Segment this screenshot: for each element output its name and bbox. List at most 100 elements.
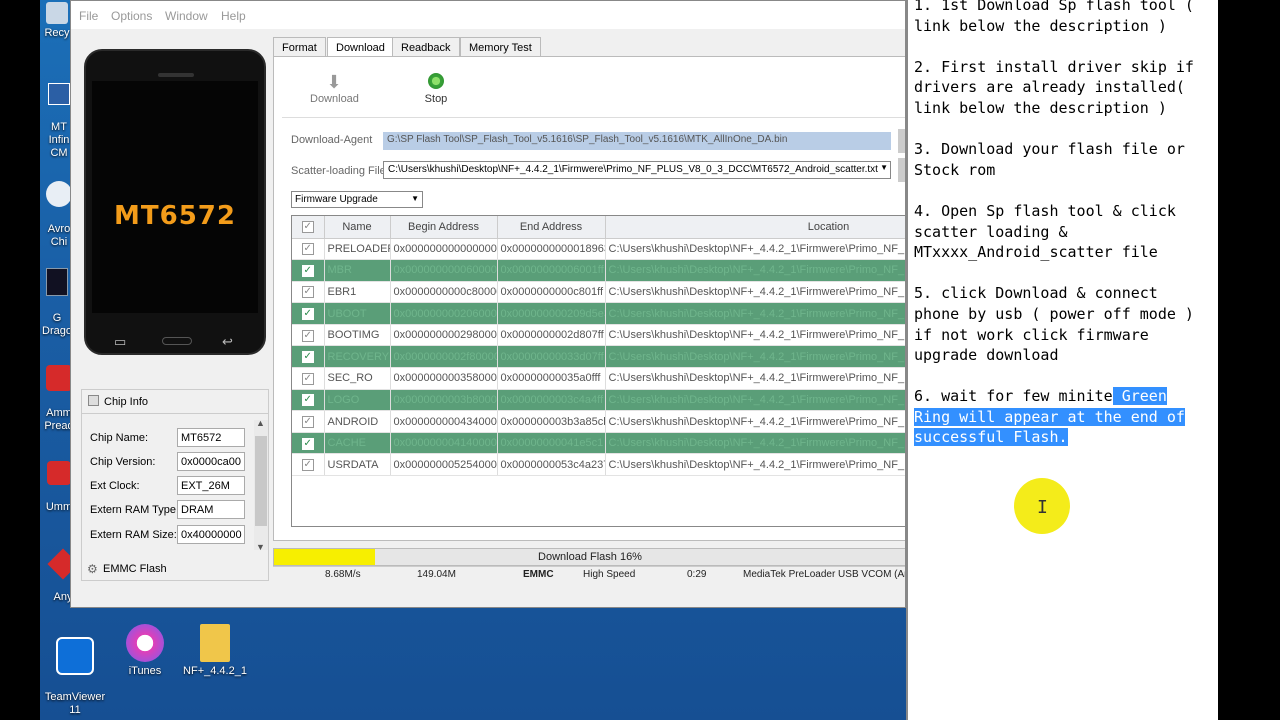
chip-value: EXT_26M <box>177 476 245 495</box>
left-letterbox <box>0 0 40 720</box>
cell-checkbox[interactable]: ✓ <box>292 453 325 477</box>
scatter-file-browse[interactable] <box>898 158 905 182</box>
desktop-icon-itunes[interactable]: iTunes <box>120 624 170 678</box>
menu-file[interactable]: File <box>79 9 98 23</box>
step-6-text: 6. wait for few minite <box>914 387 1113 406</box>
desktop-icon-teamviewer[interactable]: TeamViewer 11 <box>42 624 108 717</box>
checkbox-icon: ✓ <box>301 243 314 256</box>
checkbox-icon: ✓ <box>301 394 314 407</box>
step-2: 2. First install driver skip if drivers … <box>914 57 1194 117</box>
desktop-icon-folder[interactable]: NF+_4.4.2_1 <box>180 624 250 678</box>
chip-row: Chip Name: MT6572 <box>90 428 260 448</box>
chip-info-panel: Chip Info Chip Name: MT6572 Chip Version… <box>81 389 269 581</box>
cell-checkbox[interactable]: ✓ <box>292 259 325 282</box>
tab-format[interactable]: Format <box>273 37 326 57</box>
tab-readback[interactable]: Readback <box>392 37 460 57</box>
checkbox-icon: ✓ <box>301 437 314 450</box>
cell-location: C:\Users\khushi\Desktop\NF+_4.4.2_1\Firm… <box>605 238 905 261</box>
chip-label: Chip Version: <box>90 456 156 468</box>
desktop-icon-drago[interactable]: G Drago <box>40 255 74 338</box>
menu-help[interactable]: Help <box>221 9 246 23</box>
phone-image: MT6572 ▭ ↩ <box>84 49 266 355</box>
progress-bar: Download Flash 16% <box>273 548 905 566</box>
table-row[interactable]: ✓ LOGO 0x0000000003b80000 0x0000000003c4a4f… <box>292 389 905 412</box>
table-row[interactable]: ✓ UBOOT 0x0000000002060000 0x000000000209d5… <box>292 302 905 325</box>
menu-options[interactable]: Options <box>111 9 152 23</box>
table-row[interactable]: ✓ EBR1 0x0000000000c80000 0x0000000000c801f… <box>292 281 905 304</box>
cell-location: C:\Users\khushi\Desktop\NF+_4.4.2_1\Firm… <box>605 367 905 390</box>
chip-row: Extern RAM Size: 0x40000000 <box>90 525 260 545</box>
cell-name: ANDROID <box>324 410 391 433</box>
cell-checkbox[interactable]: ✓ <box>292 389 325 412</box>
chip-info-header: Chip Info <box>82 390 268 414</box>
cell-end: 0x0000000053c4a237 <box>497 453 606 477</box>
desktop-icon-label: TeamViewer 11 <box>44 691 106 716</box>
scatter-file-label: Scatter-loading File <box>291 165 386 177</box>
cell-end: 0x0000000003c4a4ff <box>497 389 606 412</box>
cell-checkbox[interactable]: ✓ <box>292 302 325 325</box>
cell-checkbox[interactable]: ✓ <box>292 345 325 369</box>
cell-location: C:\Users\khushi\Desktop\NF+_4.4.2_1\Firm… <box>605 432 905 455</box>
table-row[interactable]: ✓ CACHE 0x000000004140000 0x00000000041e5c1… <box>292 432 905 455</box>
tab-download[interactable]: Download <box>327 37 394 57</box>
cell-end: 0x0000000002d807ff <box>497 324 606 347</box>
cell-checkbox[interactable]: ✓ <box>292 281 325 304</box>
cell-name: CACHE <box>324 432 391 455</box>
stop-icon <box>428 73 444 89</box>
desktop-icon-recycle[interactable]: Recy <box>42 2 72 40</box>
status-size: 149.04M <box>417 569 456 580</box>
scroll-down-icon[interactable]: ▼ <box>256 542 265 552</box>
desktop-icon-label: Recy <box>44 27 70 39</box>
download-button-label: Download <box>310 93 359 105</box>
instructions-text[interactable]: 1. 1st Download Sp flash tool ( link bel… <box>906 0 1218 720</box>
home-key-icon <box>162 337 192 345</box>
cell-checkbox[interactable]: ✓ <box>292 238 325 261</box>
chip-value: 0x40000000 <box>177 525 245 544</box>
download-button[interactable]: ⬇ Download <box>310 71 359 105</box>
table-row[interactable]: ✓ BOOTIMG 0x0000000002980000 0x0000000002d8… <box>292 324 905 347</box>
menu-window[interactable]: Window <box>165 9 208 23</box>
cell-begin: 0x000000004140000 <box>390 432 498 455</box>
chevron-down-icon: ▼ <box>880 163 888 172</box>
cell-begin: 0x0000000003580000 <box>390 367 498 390</box>
download-agent-browse[interactable] <box>898 129 905 153</box>
scatter-file-field[interactable]: C:\Users\khushi\Desktop\NF+_4.4.2_1\Firm… <box>383 161 891 179</box>
table-row[interactable]: ✓ SEC_RO 0x0000000003580000 0x00000000035a0… <box>292 367 905 390</box>
chip-label: Ext Clock: <box>90 480 140 492</box>
cell-begin: 0x0000000002980000 <box>390 324 498 347</box>
cell-end: 0x0000000000018963 <box>497 238 606 261</box>
cell-checkbox[interactable]: ✓ <box>292 367 325 390</box>
menu-bar: File Options Window Help <box>71 1 905 29</box>
desktop-icon-label: Umm <box>45 501 73 513</box>
download-mode-select[interactable]: Firmware Upgrade ▼ <box>291 191 423 208</box>
flash-tool-window: File Options Window Help MT6572 ▭ ↩ Chip… <box>70 0 906 608</box>
phone-speaker <box>158 73 194 77</box>
text-cursor-icon: I <box>1037 497 1048 518</box>
chip-scrollbar[interactable]: ▲ ▼ <box>254 418 268 552</box>
stop-button[interactable]: Stop <box>416 71 456 105</box>
scroll-up-icon[interactable]: ▲ <box>256 418 265 428</box>
table-row[interactable]: ✓ USRDATA 0x0000000052540000 0x0000000053c4… <box>292 453 905 477</box>
cell-begin: 0x0000000052540000 <box>390 453 498 477</box>
tab-memory-test[interactable]: Memory Test <box>460 37 541 57</box>
table-row[interactable]: ✓ PRELOADER 0x0000000000000000 0x0000000000… <box>292 238 905 261</box>
cell-location: C:\Users\khushi\Desktop\NF+_4.4.2_1\Firm… <box>605 302 905 325</box>
cell-checkbox[interactable]: ✓ <box>292 324 325 347</box>
itunes-icon <box>126 624 164 662</box>
chip-value: DRAM <box>177 500 245 519</box>
divider <box>282 117 905 118</box>
progress-text: Download Flash 16% <box>538 551 642 563</box>
table-row[interactable]: ✓ RECOVERY 0x0000000002f80000 0x00000000033… <box>292 345 905 369</box>
cell-checkbox[interactable]: ✓ <box>292 432 325 455</box>
checkbox-icon: ✓ <box>301 308 314 321</box>
cell-checkbox[interactable]: ✓ <box>292 410 325 433</box>
chip-label: Chip Name: <box>90 432 149 444</box>
download-agent-field[interactable]: G:\SP Flash Tool\SP_Flash_Tool_v5.1616\S… <box>383 132 891 150</box>
chip-label: Extern RAM Size: <box>90 529 177 541</box>
table-row[interactable]: ✓ MBR 0x0000000000600000 0x00000000006001ff… <box>292 259 905 282</box>
right-letterbox <box>1218 0 1280 720</box>
header-select-all[interactable]: ✓ <box>292 216 325 239</box>
app-icon <box>46 365 72 391</box>
table-row[interactable]: ✓ ANDROID 0x0000000004340000 0x000000003b3a… <box>292 410 905 433</box>
scroll-thumb[interactable] <box>255 436 267 526</box>
